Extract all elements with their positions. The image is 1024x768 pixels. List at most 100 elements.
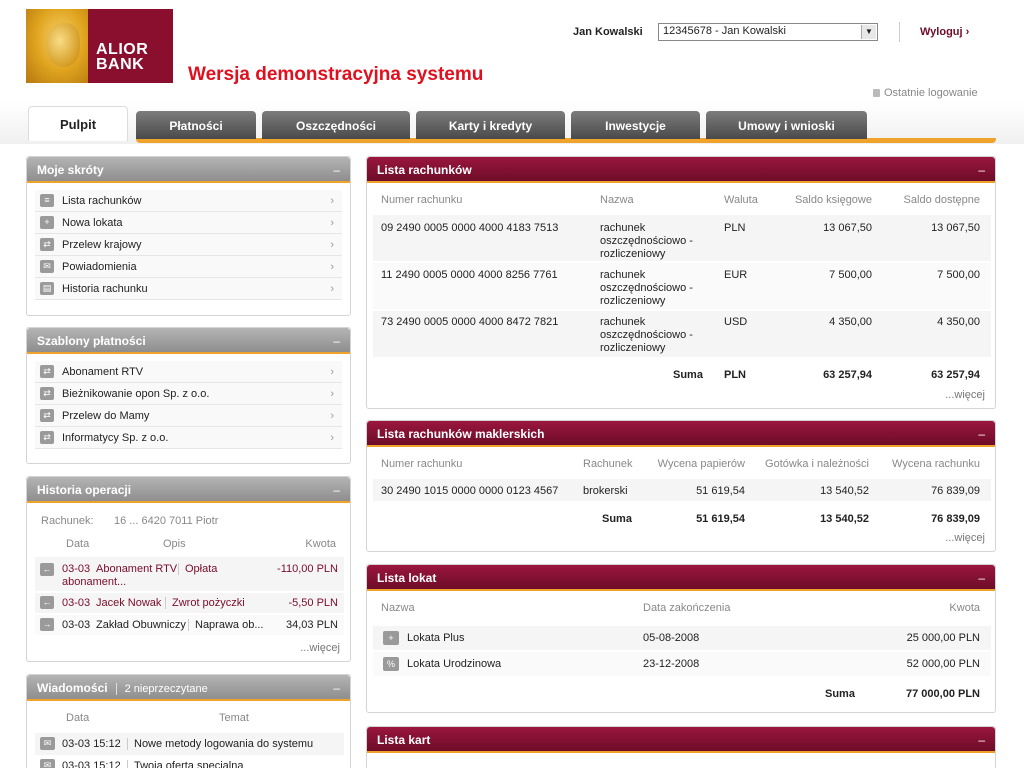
history-row-date: 03-03 — [62, 563, 91, 575]
history-account-label: Rachunek: — [41, 515, 94, 527]
brokerage-panel: Lista rachunków maklerskich – Numer rachu… — [366, 420, 996, 552]
account-select-value: 12345678 - Jan Kowalski — [663, 25, 786, 37]
history-row-who[interactable]: Zakład Obuwniczy — [96, 619, 186, 631]
shortcut-powiadomienia[interactable]: ✉ Powiadomienia › — [35, 256, 342, 278]
deposit-name[interactable]: Lokata Plus — [407, 632, 464, 644]
brokerage-sum-value: 76 839,09 — [931, 513, 980, 525]
chevron-right-icon: › — [330, 283, 334, 295]
outgoing-arrow-icon: ← — [40, 596, 54, 609]
history-row-what[interactable]: Naprawa ob... — [188, 619, 263, 631]
account-currency: USD — [724, 316, 748, 328]
message-subject[interactable]: Twoja oferta specjalna — [127, 760, 243, 768]
accounts-more-link[interactable]: ...więcej — [945, 389, 985, 401]
shortcut-historia-rachunku[interactable]: ▤ Historia rachunku › — [35, 278, 342, 300]
minimize-icon[interactable]: – — [333, 328, 340, 354]
brokerage-sum-cash: 13 540,52 — [820, 513, 869, 525]
chevron-right-icon: › — [330, 261, 334, 273]
template-item[interactable]: ⇄ Przelew do Mamy › — [35, 405, 342, 427]
template-item[interactable]: ⇄ Bieżnikowanie opon Sp. z o.o. › — [35, 383, 342, 405]
brokerage-value: 76 839,09 — [931, 485, 980, 497]
template-item[interactable]: ⇄ Abonament RTV › — [35, 361, 342, 383]
history-row-who[interactable]: Jacek Nowak — [96, 597, 161, 609]
transfer-icon: ⇄ — [40, 387, 54, 400]
history-row-date: 03-03 — [62, 619, 91, 631]
history-col-desc: Opis — [163, 538, 186, 550]
accounts-sum-label: Suma — [673, 369, 703, 381]
messages-col-date: Data — [66, 712, 90, 724]
accounts-col-name: Nazwa — [600, 194, 634, 206]
list-icon: ≡ — [40, 194, 54, 207]
tab-oszczednosci[interactable]: Oszczędności — [262, 111, 410, 139]
history-more-link[interactable]: ...więcej — [300, 642, 340, 654]
shortcut-nowa-lokata[interactable]: + Nowa lokata › — [35, 212, 342, 234]
accounts-sum-avail: 63 257,94 — [931, 369, 980, 381]
history-row-amount: -110,00 PLN — [277, 563, 338, 575]
shortcuts-header: Moje skróty – — [27, 157, 350, 183]
shortcut-przelew-krajowy[interactable]: ⇄ Przelew krajowy › — [35, 234, 342, 256]
history-row-amount: 34,03 PLN — [286, 619, 338, 631]
brokerage-col-number: Numer rachunku — [381, 458, 463, 470]
chevron-right-icon: › — [330, 195, 334, 207]
deposit-amount: 52 000,00 PLN — [906, 658, 980, 670]
account-select[interactable]: 12345678 - Jan Kowalski ▼ — [658, 23, 878, 41]
minimize-icon[interactable]: – — [978, 727, 985, 753]
account-available-balance: 13 067,50 — [931, 222, 980, 234]
brokerage-more-link[interactable]: ...więcej — [945, 532, 985, 544]
message-subject[interactable]: Nowe metody logowania do systemu — [127, 738, 313, 750]
brokerage-number[interactable]: 30 2490 1015 0000 0000 0123 4567 — [381, 485, 558, 497]
tab-umowy-i-wnioski[interactable]: Umowy i wnioski — [706, 111, 867, 139]
deposit-end-date: 05-08-2008 — [643, 632, 700, 644]
deposit-amount: 25 000,00 PLN — [906, 632, 980, 644]
account-book-balance: 13 067,50 — [823, 222, 872, 234]
last-login-link[interactable]: Ostatnie logowanie — [873, 87, 978, 99]
history-header: Historia operacji – — [27, 477, 350, 503]
account-available-balance: 4 350,00 — [937, 316, 980, 328]
history-row-extra: abonament... — [62, 576, 127, 588]
outgoing-arrow-icon: ← — [40, 563, 54, 576]
account-number[interactable]: 09 2490 0005 0000 4000 4183 7513 — [381, 222, 558, 234]
deposits-header: Lista lokat – — [367, 565, 995, 591]
user-name: Jan Kowalski — [573, 26, 643, 38]
transfer-icon: ⇄ — [40, 365, 54, 378]
history-row-amount: -5,50 PLN — [288, 597, 338, 609]
account-number[interactable]: 73 2490 0005 0000 4000 8472 7821 — [381, 316, 558, 328]
envelope-icon: ✉ — [40, 759, 55, 768]
tab-inwestycje[interactable]: Inwestycje — [571, 111, 700, 139]
brokerage-papers: 51 619,54 — [696, 485, 745, 497]
deposit-name[interactable]: Lokata Urodzinowa — [407, 658, 501, 670]
history-row-what[interactable]: Opłata — [178, 563, 217, 575]
brokerage-cash: 13 540,52 — [820, 485, 869, 497]
accounts-col-currency: Waluta — [724, 194, 758, 206]
alior-bank-logo[interactable]: ALIOR BANK — [26, 9, 173, 83]
account-number[interactable]: 11 2490 0005 0000 4000 8256 7761 — [381, 269, 558, 281]
accounts-sum-currency: PLN — [724, 369, 746, 381]
account-currency: PLN — [724, 222, 746, 234]
shortcut-lista-rachunkow[interactable]: ≡ Lista rachunków › — [35, 190, 342, 212]
messages-unread-count: 2 nieprzeczytane — [115, 683, 208, 695]
cards-panel: Lista kart – — [366, 726, 996, 768]
minimize-icon[interactable]: – — [978, 565, 985, 591]
minimize-icon[interactable]: – — [978, 157, 985, 183]
minimize-icon[interactable]: – — [333, 157, 340, 183]
logo-portrait — [26, 9, 88, 83]
chevron-down-icon[interactable]: ▼ — [861, 25, 876, 39]
notification-icon: ✉ — [40, 260, 54, 273]
tab-platnosci[interactable]: Płatności — [136, 111, 256, 139]
history-row-who[interactable]: Abonament RTV — [96, 563, 177, 575]
brokerage-sum-papers: 51 619,54 — [696, 513, 745, 525]
template-item[interactable]: ⇄ Informatycy Sp. z o.o. › — [35, 427, 342, 449]
deposit-icon: + — [40, 216, 54, 229]
minimize-icon[interactable]: – — [978, 421, 985, 447]
minimize-icon[interactable]: – — [333, 675, 340, 701]
logout-link[interactable]: Wyloguj › — [920, 26, 969, 38]
transfer-icon: ⇄ — [40, 409, 54, 422]
tab-pulpit[interactable]: Pulpit — [28, 106, 128, 141]
brokerage-col-papers: Wycena papierów — [657, 458, 745, 470]
minimize-icon[interactable]: – — [333, 477, 340, 503]
tab-karty-i-kredyty[interactable]: Karty i kredyty — [416, 111, 565, 139]
history-row-date: 03-03 — [62, 597, 91, 609]
accounts-sum-book: 63 257,94 — [823, 369, 872, 381]
history-row-what[interactable]: Zwrot pożyczki — [165, 597, 245, 609]
chevron-right-icon: › — [330, 410, 334, 422]
account-book-balance: 7 500,00 — [829, 269, 872, 281]
